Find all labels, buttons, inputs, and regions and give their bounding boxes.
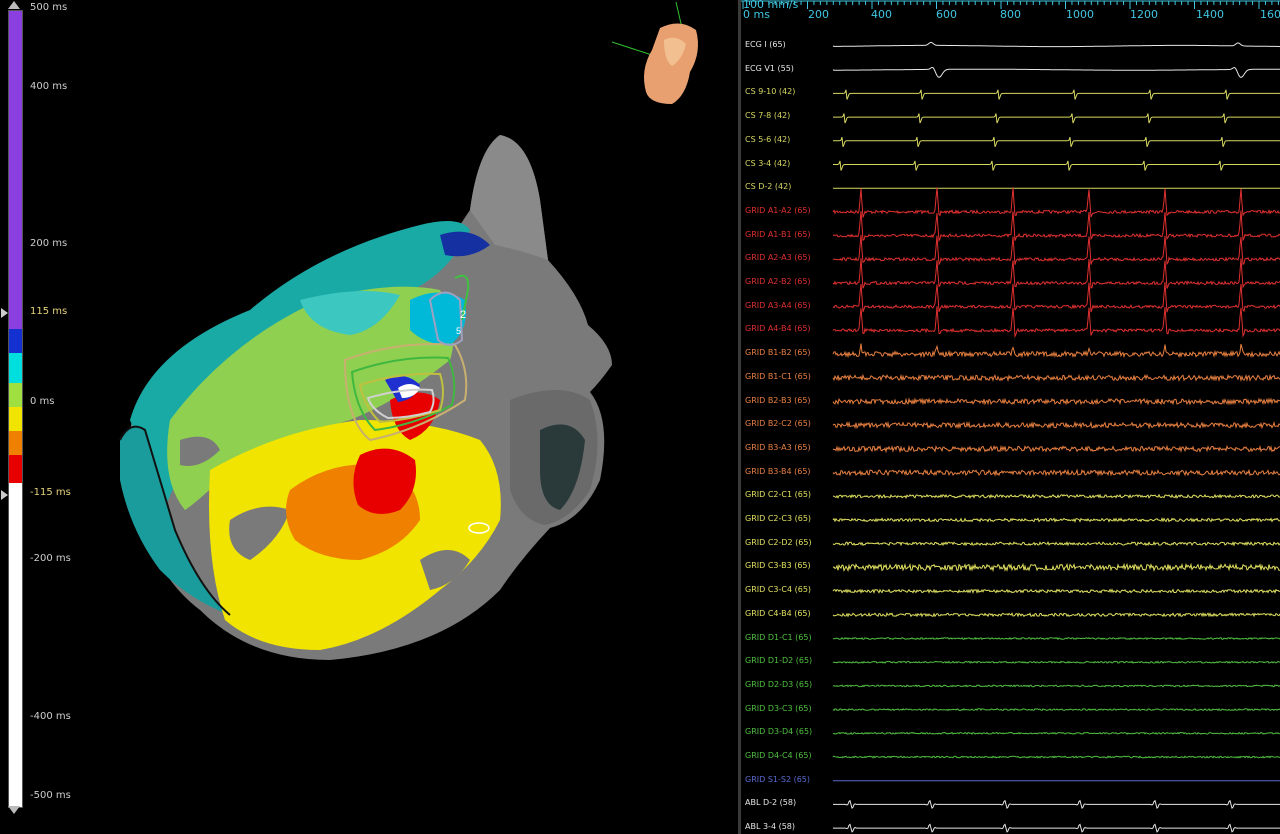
channel-trace: [833, 799, 1280, 810]
signal-panel[interactable]: 100 mm/s 0 ms 200 400 600 800 1000 1200 1400 160…: [741, 0, 1280, 834]
channel-trace: [833, 89, 1280, 100]
channel-trace: [832, 306, 1280, 339]
channel-trace: [832, 684, 1280, 688]
channel-trace: [832, 708, 1280, 712]
map-viewport[interactable]: 500 ms 400 ms 200 ms 115 ms 0 ms -115 ms…: [0, 0, 738, 834]
channel-trace: [833, 160, 1280, 171]
channel-trace: [833, 113, 1280, 124]
channel-trace: [832, 612, 1280, 618]
channel-trace: [832, 517, 1280, 523]
channel-trace: [832, 343, 1280, 359]
channel-trace: [832, 66, 1280, 78]
catheter-label-2: 2: [460, 309, 466, 321]
channel-trace: [833, 137, 1280, 147]
channel-trace: [832, 397, 1280, 406]
channel-trace: [832, 636, 1280, 641]
catheter-label-5: 5: [456, 326, 461, 336]
channel-trace: [832, 588, 1280, 594]
channel-trace: [833, 823, 1280, 833]
channel-trace: [832, 41, 1280, 48]
channel-trace: [832, 493, 1280, 500]
channel-trace: [832, 258, 1280, 289]
channel-trace: [832, 731, 1280, 735]
signal-traces[interactable]: [741, 0, 1280, 834]
channel-trace: [832, 468, 1280, 477]
orientation-head-icon[interactable]: [611, 1, 698, 105]
channel-trace: [832, 755, 1280, 759]
channel-trace: [832, 187, 1280, 218]
activation-map-3d[interactable]: 2 5: [0, 0, 738, 834]
channel-trace: [832, 373, 1280, 383]
channel-trace: [832, 210, 1280, 243]
channel-trace: [832, 420, 1280, 430]
channel-trace: [832, 444, 1280, 454]
channel-trace: [832, 540, 1280, 547]
channel-trace: [832, 660, 1280, 664]
channel-trace: [832, 234, 1280, 266]
channel-trace: [832, 562, 1280, 573]
channel-trace: [832, 282, 1280, 313]
